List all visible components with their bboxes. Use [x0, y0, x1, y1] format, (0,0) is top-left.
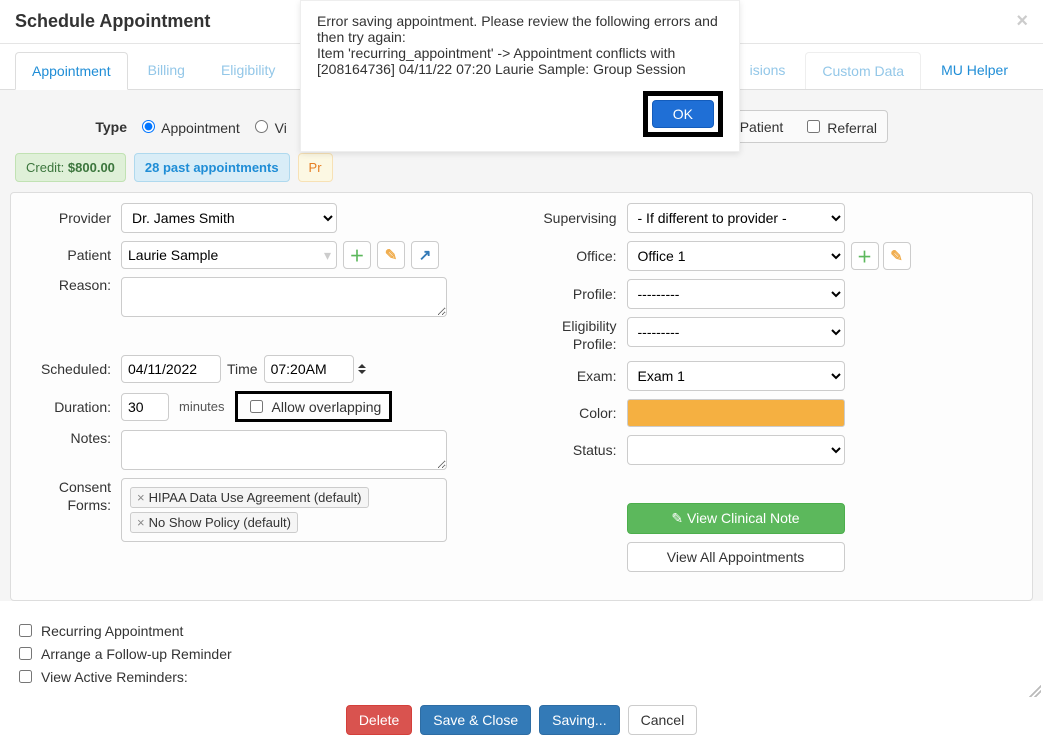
supervising-select[interactable]: - If different to provider -	[627, 203, 845, 233]
notes-textarea[interactable]	[121, 430, 447, 470]
view-active-reminders-checkbox[interactable]: View Active Reminders:	[15, 667, 1028, 686]
tab-eligibility[interactable]: Eligibility	[205, 52, 291, 89]
office-label: Office:	[532, 248, 627, 264]
type-patient[interactable]: Patient	[740, 119, 784, 135]
exam-label: Exam:	[532, 368, 627, 384]
followup-reminder-checkbox[interactable]: Arrange a Follow-up Reminder	[15, 644, 1028, 663]
status-select[interactable]	[627, 435, 845, 465]
color-label: Color:	[532, 405, 627, 421]
close-icon[interactable]: ×	[1016, 10, 1028, 33]
tab-billing[interactable]: Billing	[132, 52, 201, 89]
office-select[interactable]: Office 1	[627, 241, 845, 271]
type-vi[interactable]: Vi	[250, 117, 287, 136]
recurring-appointment-checkbox[interactable]: Recurring Appointment	[15, 621, 1028, 640]
save-close-button[interactable]: Save & Close	[420, 705, 531, 735]
dropdown-caret-icon[interactable]: ▾	[324, 247, 331, 264]
error-alert: Error saving appointment. Please review …	[300, 0, 740, 152]
footer-actions: Delete Save & Close Saving... Cancel	[0, 700, 1043, 750]
add-office-icon[interactable]: ＋	[851, 242, 879, 270]
duration-input[interactable]	[121, 393, 169, 421]
minutes-label: minutes	[179, 399, 225, 414]
scheduled-time-input[interactable]	[264, 355, 354, 383]
color-swatch[interactable]	[627, 399, 845, 427]
share-patient-icon[interactable]: ↗	[411, 241, 439, 269]
time-stepper-icon[interactable]	[358, 364, 366, 374]
ok-highlight: OK	[643, 91, 723, 137]
profile-label: Profile:	[532, 286, 627, 302]
allow-overlapping-checkbox[interactable]	[250, 400, 263, 413]
status-label: Status:	[532, 442, 627, 458]
tab-mu-helper[interactable]: MU Helper	[925, 52, 1024, 89]
remove-tag-icon[interactable]: ×	[137, 490, 145, 505]
patient-input[interactable]	[121, 241, 337, 269]
supervising-label: Supervising	[532, 210, 627, 226]
saving-button[interactable]: Saving...	[539, 705, 619, 735]
alert-text-1: Error saving appointment. Please review …	[317, 13, 723, 45]
provider-select[interactable]: Dr. James Smith	[121, 203, 337, 233]
type-appointment[interactable]: Appointment	[137, 117, 240, 136]
consent-label: ConsentForms:	[21, 478, 121, 514]
edit-patient-icon[interactable]: ✎	[377, 241, 405, 269]
tab-appointment[interactable]: Appointment	[15, 52, 128, 90]
credit-badge: Credit: $800.00	[15, 153, 126, 182]
consent-tag-noshow: ×No Show Policy (default)	[130, 512, 298, 533]
scheduled-label: Scheduled:	[21, 361, 121, 377]
allow-overlapping-highlight: Allow overlapping	[235, 391, 393, 422]
bottom-options: Recurring Appointment Arrange a Follow-u…	[0, 611, 1043, 700]
delete-button[interactable]: Delete	[346, 705, 412, 735]
patient-label: Patient	[21, 247, 121, 263]
consent-forms-box[interactable]: ×HIPAA Data Use Agreement (default) ×No …	[121, 478, 447, 542]
alert-text-2: Item 'recurring_appointment' -> Appointm…	[317, 45, 723, 77]
duration-label: Duration:	[21, 399, 121, 415]
type-referral[interactable]: Referral	[803, 117, 877, 136]
scheduled-date-input[interactable]	[121, 355, 221, 383]
view-clinical-note-button[interactable]: ✎ View Clinical Note	[627, 503, 845, 534]
form-panel: Provider Dr. James Smith Patient ▾ ＋ ✎ ↗	[10, 192, 1033, 601]
reason-textarea[interactable]	[121, 277, 447, 317]
tab-revisions[interactable]: isions	[734, 52, 802, 89]
view-all-appointments-button[interactable]: View All Appointments	[627, 542, 845, 572]
remove-tag-icon[interactable]: ×	[137, 515, 145, 530]
resize-grip-icon[interactable]	[1029, 685, 1041, 697]
pr-badge[interactable]: Pr	[298, 153, 333, 182]
eligibility-profile-label: EligibilityProfile:	[532, 317, 627, 353]
eligibility-profile-select[interactable]: ---------	[627, 317, 845, 347]
exam-select[interactable]: Exam 1	[627, 361, 845, 391]
edit-office-icon[interactable]: ✎	[883, 242, 911, 270]
add-patient-icon[interactable]: ＋	[343, 241, 371, 269]
provider-label: Provider	[21, 210, 121, 226]
page-title: Schedule Appointment	[15, 11, 210, 32]
notes-label: Notes:	[21, 430, 121, 446]
allow-overlapping-label: Allow overlapping	[272, 399, 382, 415]
tab-custom-data[interactable]: Custom Data	[805, 52, 921, 89]
badge-row: Credit: $800.00 28 past appointments Pr	[0, 153, 1043, 192]
reason-label: Reason:	[21, 277, 121, 293]
past-appointments-badge[interactable]: 28 past appointments	[134, 153, 290, 182]
time-label: Time	[227, 361, 258, 377]
profile-select[interactable]: ---------	[627, 279, 845, 309]
type-label: Type	[15, 119, 127, 135]
cancel-button[interactable]: Cancel	[628, 705, 698, 735]
ok-button[interactable]: OK	[652, 100, 714, 128]
consent-tag-hipaa: ×HIPAA Data Use Agreement (default)	[130, 487, 369, 508]
